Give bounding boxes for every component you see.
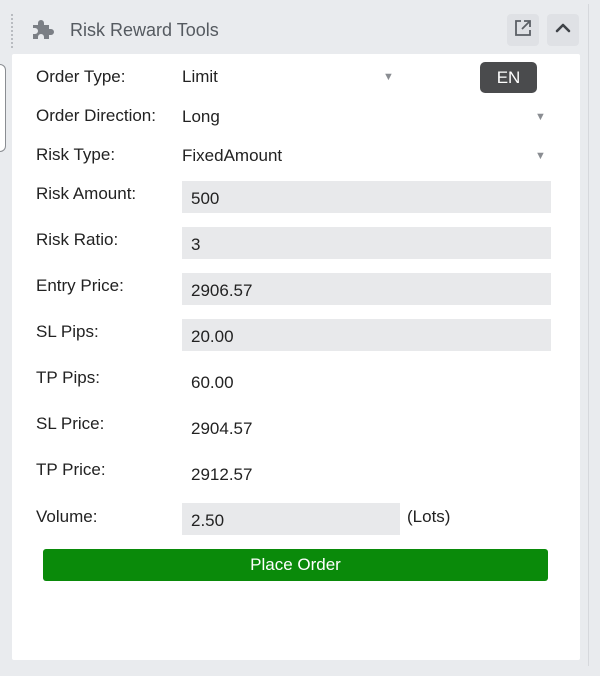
- risk-ratio-label: Risk Ratio:: [36, 230, 119, 249]
- order-direction-select[interactable]: Long ▼: [178, 102, 550, 132]
- order-direction-label: Order Direction:: [36, 106, 156, 125]
- order-type-value: Limit: [182, 67, 218, 86]
- entry-price-input[interactable]: 2906.57: [182, 273, 551, 305]
- external-link-icon: [513, 18, 533, 43]
- entry-price-label: Entry Price:: [36, 276, 124, 295]
- volume-unit-label: (Lots): [407, 507, 451, 526]
- risk-type-select[interactable]: FixedAmount ▼: [178, 141, 550, 171]
- order-type-select[interactable]: Limit ▼: [178, 62, 398, 92]
- risk-type-label: Risk Type:: [36, 145, 116, 164]
- tp-price-value: 2912.57: [191, 465, 253, 484]
- volume-input[interactable]: 2.50: [182, 503, 400, 535]
- drag-handle[interactable]: [11, 14, 17, 48]
- risk-amount-label: Risk Amount:: [36, 184, 137, 203]
- order-direction-value: Long: [182, 107, 220, 126]
- dropdown-arrow-icon: ▼: [535, 150, 546, 162]
- place-order-button[interactable]: Place Order: [43, 549, 548, 581]
- dropdown-arrow-icon: ▼: [383, 71, 394, 83]
- sl-pips-input[interactable]: 20.00: [182, 319, 551, 351]
- order-type-label: Order Type:: [36, 67, 126, 86]
- tp-pips-label: TP Pips:: [36, 368, 100, 387]
- language-button[interactable]: EN: [480, 62, 537, 93]
- side-tab-handle[interactable]: [0, 64, 6, 152]
- sl-price-label: SL Price:: [36, 414, 105, 433]
- dropdown-arrow-icon: ▼: [535, 111, 546, 123]
- chevron-up-icon: [554, 19, 572, 42]
- risk-type-value: FixedAmount: [182, 146, 283, 165]
- tp-price-label: TP Price:: [36, 460, 106, 479]
- tp-pips-value: 60.00: [191, 373, 234, 392]
- risk-ratio-input[interactable]: 3: [182, 227, 551, 259]
- volume-label: Volume:: [36, 507, 98, 526]
- sl-pips-label: SL Pips:: [36, 322, 99, 341]
- open-external-button[interactable]: [507, 14, 539, 46]
- panel-title: Risk Reward Tools: [70, 20, 219, 40]
- puzzle-piece-icon: [30, 19, 56, 46]
- panel-header: Risk Reward Tools: [4, 4, 588, 54]
- collapse-button[interactable]: [547, 14, 579, 46]
- risk-amount-input[interactable]: 500: [182, 181, 551, 213]
- sl-price-value: 2904.57: [191, 419, 253, 438]
